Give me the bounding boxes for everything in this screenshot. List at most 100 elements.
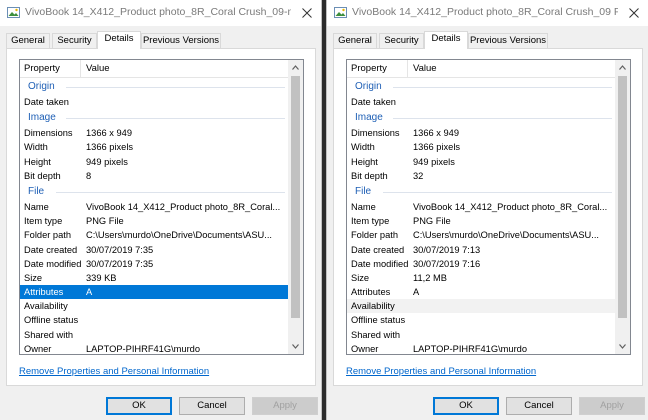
row-date-created[interactable]: Date created 30/07/2019 7:35 (20, 243, 289, 257)
row-attributes[interactable]: Attributes A (347, 285, 616, 299)
properties-list[interactable]: Property Value Origin Date taken Image D… (346, 59, 631, 355)
property-name: Attributes (351, 287, 391, 298)
properties-window-right: VivoBook 14_X412_Product photo_8R_Coral … (326, 0, 648, 420)
property-value: PNG File (413, 216, 451, 227)
row-date-created[interactable]: Date created 30/07/2019 7:13 (347, 243, 616, 257)
tab-previous-versions[interactable]: Previous Versions (468, 33, 548, 48)
vertical-scrollbar[interactable] (288, 60, 303, 354)
group-divider (66, 118, 285, 120)
group-label: File (355, 185, 372, 197)
row-width[interactable]: Width 1366 pixels (20, 140, 289, 154)
group-file: File (347, 183, 616, 200)
tab-security[interactable]: Security (379, 33, 424, 48)
property-name: Folder path (24, 230, 72, 241)
row-owner[interactable]: Owner LAPTOP-PIHRF41G\murdo (20, 342, 289, 354)
close-button[interactable] (620, 0, 648, 26)
apply-button[interactable]: Apply (252, 397, 318, 415)
property-name: Owner (24, 343, 52, 354)
column-separator[interactable] (80, 60, 81, 77)
property-name: Name (351, 201, 376, 212)
row-bit-depth[interactable]: Bit depth 8 (20, 169, 289, 183)
property-name: Date created (24, 244, 78, 255)
column-separator[interactable] (407, 60, 408, 77)
title-bar[interactable]: VivoBook 14_X412_Product photo_8R_Coral … (327, 0, 648, 26)
column-property[interactable]: Property (24, 63, 60, 74)
ok-button[interactable]: OK (433, 397, 499, 415)
close-button[interactable] (293, 0, 321, 26)
row-bit-depth[interactable]: Bit depth 32 (347, 169, 616, 183)
row-dimensions[interactable]: Dimensions 1366 x 949 (20, 126, 289, 140)
remove-properties-link[interactable]: Remove Properties and Personal Informati… (346, 366, 536, 377)
row-folder-path[interactable]: Folder path C:\Users\murdo\OneDrive\Docum… (347, 228, 616, 242)
row-offline-status[interactable]: Offline status (20, 313, 289, 327)
property-name: Offline status (24, 315, 79, 326)
property-value: 339 KB (86, 272, 117, 283)
property-name: Owner (351, 343, 379, 354)
row-date-taken[interactable]: Date taken (347, 95, 616, 109)
vertical-scrollbar[interactable] (615, 60, 630, 354)
property-value: VivoBook 14_X412_Product photo_8R_Coral.… (86, 201, 281, 212)
row-name[interactable]: Name VivoBook 14_X412_Product photo_8R_Co… (347, 200, 616, 214)
details-panel: Property Value Origin Date taken Image D… (333, 48, 643, 386)
row-offline-status[interactable]: Offline status (347, 313, 616, 327)
cancel-button[interactable]: Cancel (506, 397, 572, 415)
column-value[interactable]: Value (86, 63, 110, 74)
scroll-thumb[interactable] (291, 76, 300, 318)
property-value: VivoBook 14_X412_Product photo_8R_Coral.… (413, 201, 608, 212)
cancel-button[interactable]: Cancel (179, 397, 245, 415)
properties-list[interactable]: Property Value Origin Date taken Image D… (19, 59, 304, 355)
column-value[interactable]: Value (413, 63, 437, 74)
row-folder-path[interactable]: Folder path C:\Users\murdo\OneDrive\Docum… (20, 228, 289, 242)
tab-general[interactable]: General (333, 33, 377, 48)
scroll-down-button[interactable] (615, 339, 630, 354)
tab-previous-versions[interactable]: Previous Versions (141, 33, 221, 48)
property-value: 32 (413, 170, 424, 181)
group-divider (393, 87, 612, 88)
row-height[interactable]: Height 949 pixels (347, 155, 616, 169)
tab-security[interactable]: Security (52, 33, 97, 48)
row-availability[interactable]: Availability (347, 299, 616, 314)
row-item-type[interactable]: Item type PNG File (20, 214, 289, 228)
details-panel: Property Value Origin Date taken Image D… (6, 48, 316, 386)
row-size[interactable]: Size 11,2 MB (347, 271, 616, 285)
row-name[interactable]: Name VivoBook 14_X412_Product photo_8R_Co… (20, 200, 289, 214)
row-size[interactable]: Size 339 KB (20, 271, 289, 285)
row-date-taken[interactable]: Date taken (20, 95, 289, 109)
property-value: A (86, 287, 93, 298)
property-value: 30/07/2019 7:35 (86, 244, 154, 255)
tab-details[interactable]: Details (424, 31, 468, 49)
row-shared-with[interactable]: Shared with (347, 328, 616, 342)
row-width[interactable]: Width 1366 pixels (347, 140, 616, 154)
property-rows: Origin Date taken Image Dimensions 1366 x… (20, 78, 289, 354)
scroll-up-button[interactable] (615, 60, 630, 75)
row-date-modified[interactable]: Date modified 30/07/2019 7:16 (347, 257, 616, 271)
group-label: File (28, 185, 45, 197)
property-value: PNG File (86, 216, 124, 227)
remove-properties-link[interactable]: Remove Properties and Personal Informati… (19, 366, 209, 377)
property-value: C:\Users\murdo\OneDrive\Documents\ASU... (86, 230, 272, 241)
row-owner[interactable]: Owner LAPTOP-PIHRF41G\murdo (347, 342, 616, 354)
row-attributes[interactable]: Attributes A (20, 285, 289, 300)
tab-details[interactable]: Details (97, 31, 141, 49)
row-dimensions[interactable]: Dimensions 1366 x 949 (347, 126, 616, 140)
property-name: Width (351, 142, 375, 153)
apply-button[interactable]: Apply (579, 397, 645, 415)
scroll-down-button[interactable] (288, 339, 303, 354)
property-name: Item type (24, 216, 63, 227)
property-value: LAPTOP-PIHRF41G\murdo (86, 343, 201, 354)
window-title: VivoBook 14_X412_Product photo_8R_Coral … (352, 6, 618, 18)
property-name: Item type (351, 216, 390, 227)
scroll-thumb[interactable] (618, 76, 627, 318)
row-item-type[interactable]: Item type PNG File (347, 214, 616, 228)
row-height[interactable]: Height 949 pixels (20, 155, 289, 169)
scroll-up-button[interactable] (288, 60, 303, 75)
row-shared-with[interactable]: Shared with (20, 328, 289, 342)
column-property[interactable]: Property (351, 63, 387, 74)
property-name: Shared with (351, 329, 401, 340)
tab-general[interactable]: General (6, 33, 50, 48)
row-availability[interactable]: Availability (20, 299, 289, 313)
ok-button[interactable]: OK (106, 397, 172, 415)
row-date-modified[interactable]: Date modified 30/07/2019 7:35 (20, 257, 289, 271)
group-label: Image (28, 112, 56, 124)
title-bar[interactable]: VivoBook 14_X412_Product photo_8R_Coral … (0, 0, 321, 26)
